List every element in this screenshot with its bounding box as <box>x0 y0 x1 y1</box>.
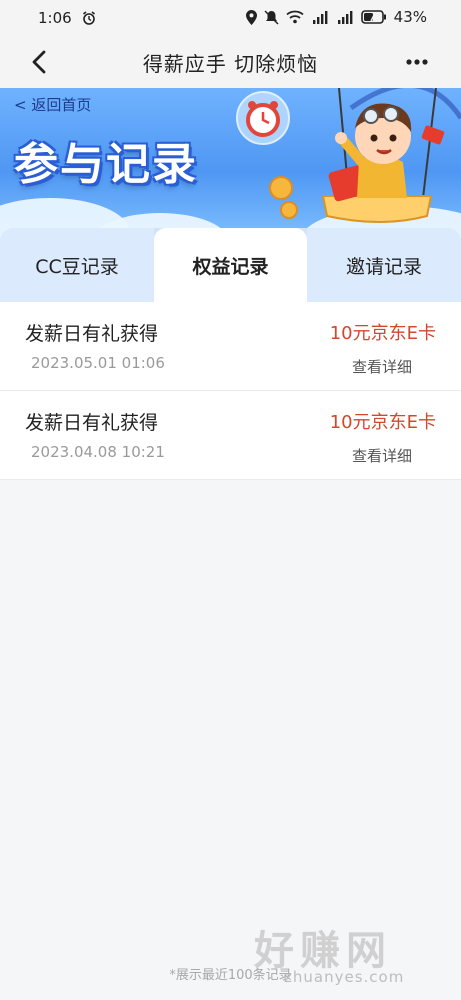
mute-icon <box>264 9 279 25</box>
tab-invite-records[interactable]: 邀请记录 <box>307 228 461 302</box>
status-icons: 43% <box>245 8 427 26</box>
record-date: 2023.05.01 01:06 <box>31 354 165 372</box>
watermark-url: zhuanyes.com <box>284 968 405 986</box>
record-title: 发薪日有礼获得 <box>25 412 159 434</box>
record-date: 2023.04.08 10:21 <box>31 443 165 461</box>
tab-benefit-records[interactable]: 权益记录 <box>154 228 307 302</box>
status-bar: 1:06 43% <box>0 0 461 36</box>
battery-percent: 43% <box>393 8 427 26</box>
status-time: 1:06 <box>38 9 72 27</box>
records-list: 发薪日有礼获得 2023.05.01 01:06 10元京东E卡 查看详细 发薪… <box>0 302 461 480</box>
view-detail-link[interactable]: 查看详细 <box>352 356 412 377</box>
page-title: 得薪应手 切除烦恼 <box>142 52 319 76</box>
signal-4g-icon <box>337 11 353 24</box>
alarm-clock-icon <box>83 11 95 25</box>
view-detail-link[interactable]: 查看详细 <box>352 445 412 466</box>
more-dots-icon[interactable] <box>405 58 429 66</box>
record-title: 发薪日有礼获得 <box>25 323 159 345</box>
banner: < 返回首页 参与记录 <box>0 88 461 240</box>
tab-cc-bean-records[interactable]: CC豆记录 <box>0 228 154 302</box>
wifi-icon <box>286 10 304 24</box>
cartoon-boy-illustration <box>236 88 461 223</box>
signal-2g-icon <box>312 11 328 24</box>
record-tabs: CC豆记录 权益记录 邀请记录 <box>0 228 461 302</box>
battery-icon <box>360 10 386 24</box>
back-home-link[interactable]: < 返回首页 <box>14 94 91 115</box>
nav-bar: 得薪应手 切除烦恼 <box>0 36 461 88</box>
record-reward: 10元京东E卡 <box>329 323 436 344</box>
location-icon <box>245 9 257 25</box>
record-reward: 10元京东E卡 <box>329 412 436 433</box>
list-item: 发薪日有礼获得 2023.04.08 10:21 10元京东E卡 查看详细 <box>0 391 461 480</box>
list-item: 发薪日有礼获得 2023.05.01 01:06 10元京东E卡 查看详细 <box>0 302 461 391</box>
watermark: 好赚网 zhuanyes.com <box>250 918 450 990</box>
banner-title: 参与记录 <box>14 139 198 190</box>
